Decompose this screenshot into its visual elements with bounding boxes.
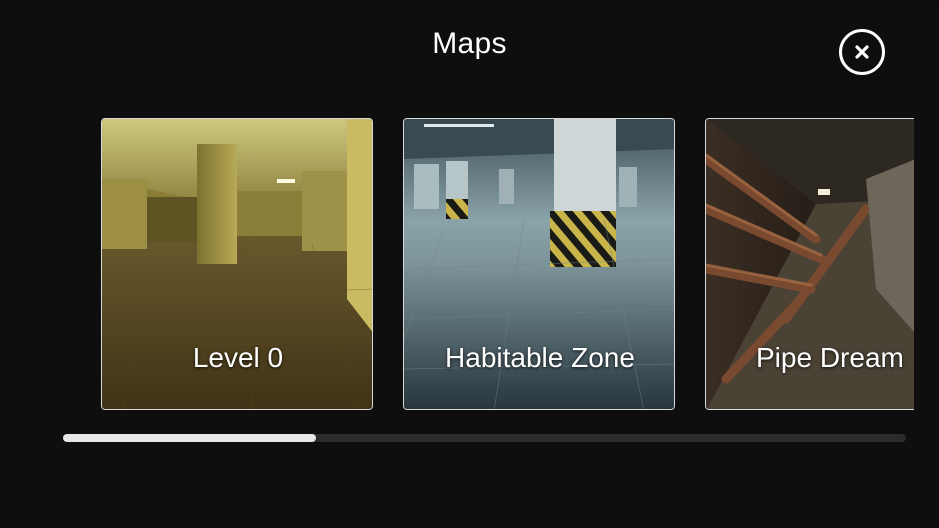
map-carousel[interactable]: Level 0 Habitable Zone Pipe Dream xyxy=(100,117,914,413)
scrollbar-thumb[interactable] xyxy=(63,434,316,442)
maps-dialog: Maps Level 0 Habitable Zone Pipe Dream xyxy=(0,0,939,528)
dialog-title: Maps xyxy=(432,27,507,60)
map-name: Habitable Zone xyxy=(445,342,635,373)
map-card-pipe-dream[interactable]: Pipe Dream xyxy=(705,118,914,410)
map-card-level-0[interactable]: Level 0 xyxy=(101,118,373,410)
carousel-scrollbar[interactable] xyxy=(63,434,906,442)
close-icon xyxy=(855,45,869,59)
map-card-habitable-zone[interactable]: Habitable Zone xyxy=(403,118,675,410)
map-name: Level 0 xyxy=(192,342,284,373)
map-name: Pipe Dream xyxy=(756,342,904,373)
close-button[interactable] xyxy=(839,29,885,75)
